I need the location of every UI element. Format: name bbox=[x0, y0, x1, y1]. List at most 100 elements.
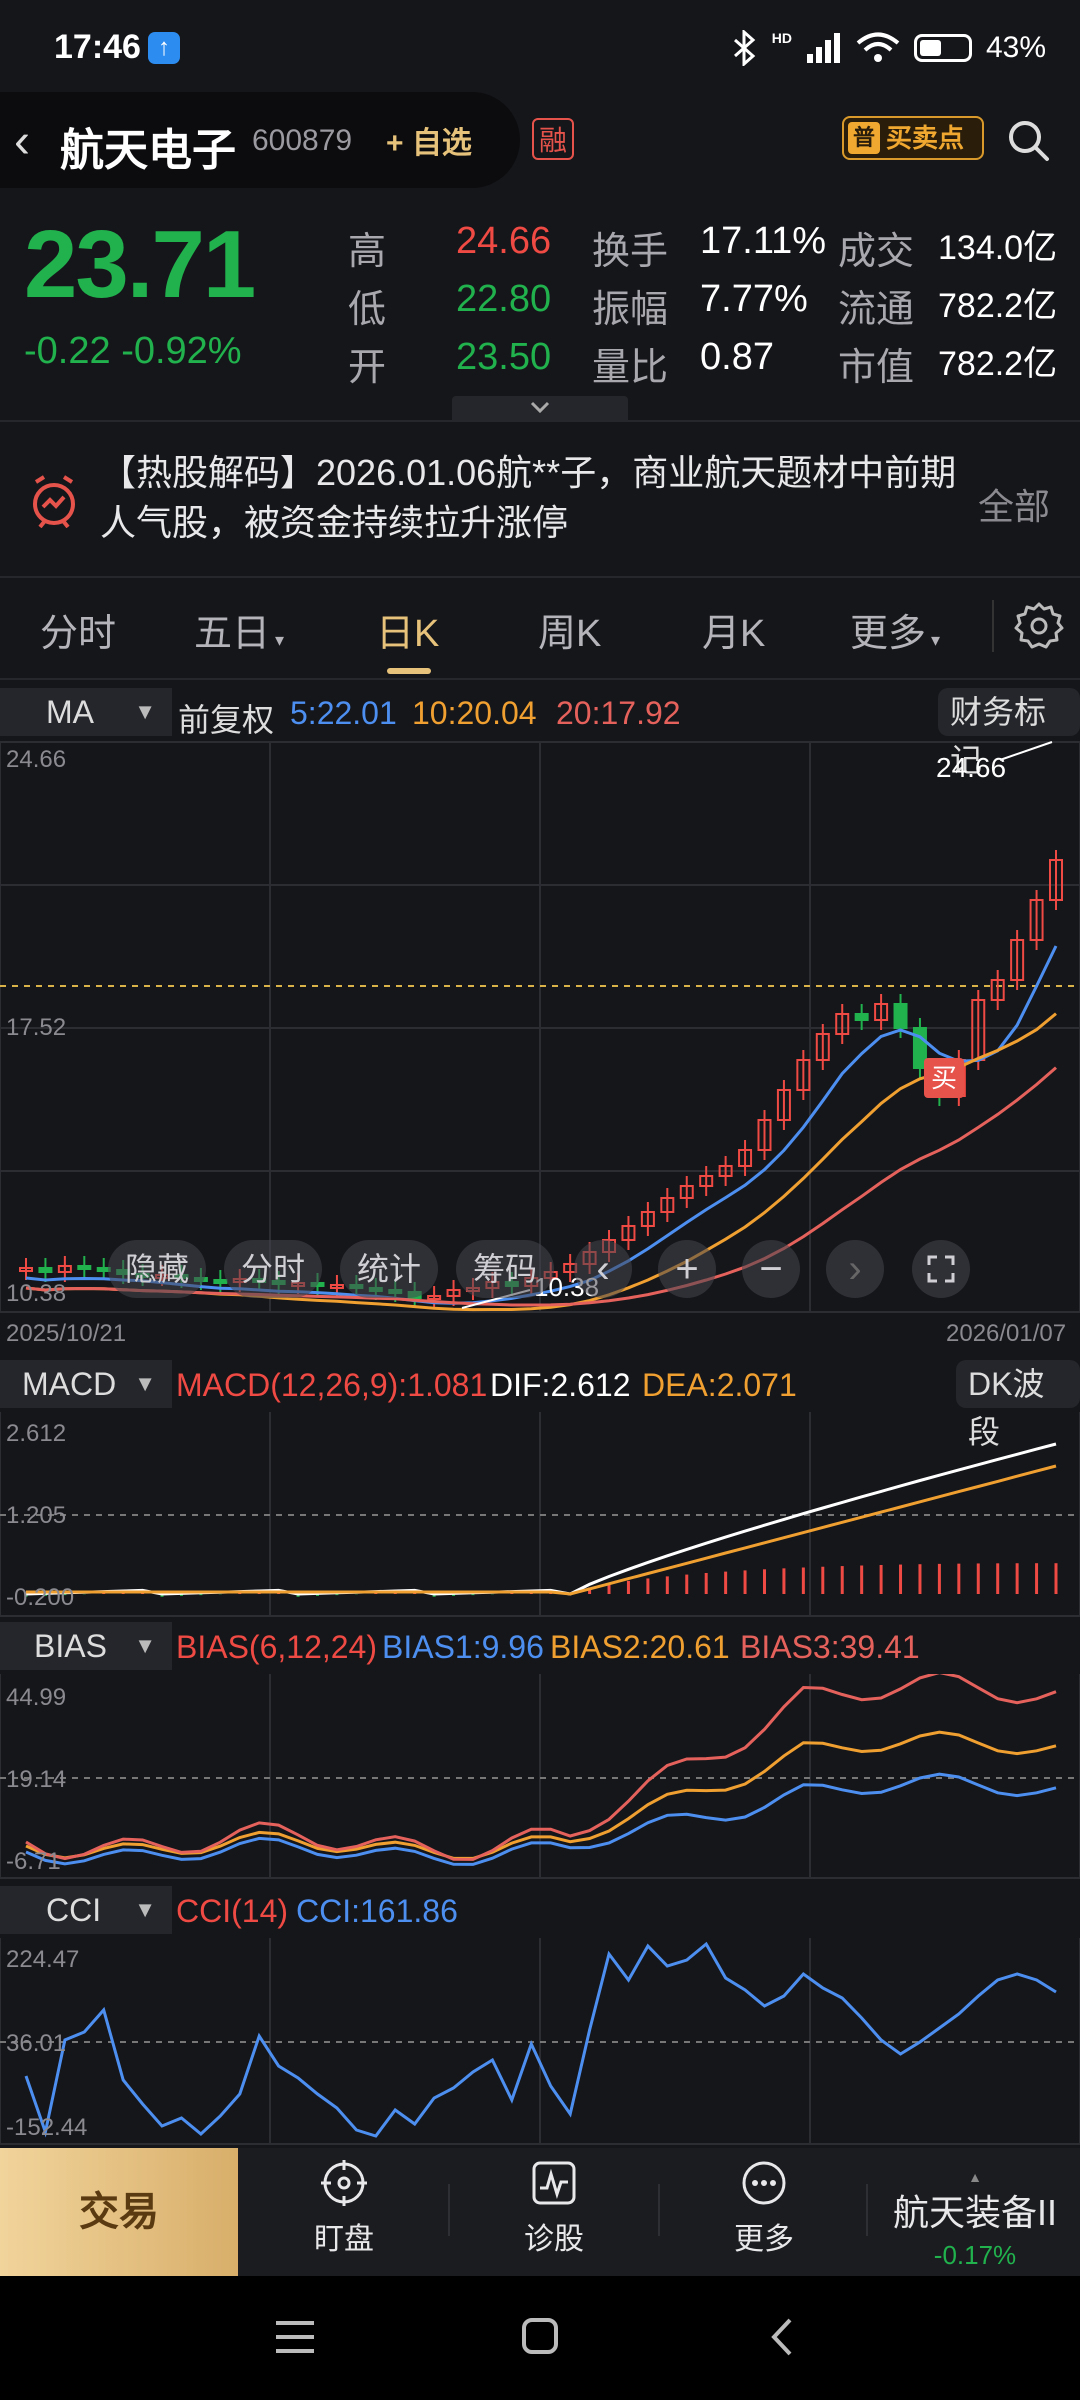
status-icons: HD 43% bbox=[732, 30, 1046, 66]
wifi-icon bbox=[856, 32, 900, 62]
stat-value: 782.2亿 bbox=[938, 287, 1058, 325]
cci-indicator-select[interactable]: CCI ▼ bbox=[0, 1886, 172, 1934]
bias-indicator-select[interactable]: BIAS ▼ bbox=[0, 1622, 172, 1670]
zoom-out-button[interactable]: − bbox=[742, 1240, 800, 1298]
dropdown-caret-icon: ▼ bbox=[134, 1633, 156, 1658]
tab-more[interactable]: 更多 ▾ bbox=[850, 602, 940, 657]
statistics-button[interactable]: 统计 bbox=[340, 1240, 438, 1298]
ma10-value: 10:20.04 bbox=[412, 695, 537, 731]
system-nav-bar bbox=[0, 2276, 1080, 2400]
kline-indicator-select[interactable]: MA ▼ bbox=[0, 688, 172, 736]
nav-watch-label: 盯盘 bbox=[314, 2223, 374, 2256]
margin-trading-badge[interactable]: 融 bbox=[532, 118, 574, 160]
divider bbox=[658, 2184, 660, 2236]
hd-label: HD bbox=[771, 30, 792, 46]
chips-button[interactable]: 筹码 bbox=[456, 1240, 554, 1298]
sector-widget[interactable]: ▲ 航天装备II -0.17% bbox=[880, 2170, 1070, 2271]
adjust-mode[interactable]: 前复权 bbox=[178, 695, 274, 741]
tab-five-day[interactable]: 五日 ▾ bbox=[194, 602, 284, 657]
dk-band-button[interactable]: DK波段 bbox=[956, 1360, 1080, 1450]
candle-body bbox=[893, 1003, 908, 1029]
tab-weekly-k[interactable]: 周K bbox=[538, 602, 601, 657]
stat-label: 开 bbox=[348, 347, 387, 389]
bias-select-label: BIAS bbox=[34, 1628, 107, 1664]
finance-mark-button[interactable]: 财务标记 bbox=[938, 688, 1080, 778]
cci-value: CCI:161.86 bbox=[296, 1893, 458, 1929]
ma5-value: 5:22.01 bbox=[290, 695, 397, 731]
date-start: 2025/10/21 bbox=[6, 1320, 127, 1347]
chevron-down-icon bbox=[530, 401, 550, 414]
target-icon bbox=[321, 2160, 367, 2206]
sector-change: -0.17% bbox=[933, 2240, 1017, 2270]
upload-badge-icon: ↑ bbox=[148, 32, 180, 64]
sector-name: 航天装备II bbox=[892, 2192, 1057, 2233]
battery-icon bbox=[913, 34, 972, 62]
dropdown-caret-icon: ▼ bbox=[134, 699, 156, 724]
news-headline[interactable]: 【热股解码】2026.01.06航**子，商业航天题材中前期人气股，被资金持续拉… bbox=[100, 448, 960, 548]
kline-y-high: 24.66 bbox=[6, 746, 67, 773]
divider bbox=[992, 600, 994, 652]
tab-monthly-k[interactable]: 月K bbox=[702, 602, 765, 657]
plus-icon: + bbox=[675, 1247, 699, 1291]
hide-button[interactable]: 隐藏 bbox=[108, 1240, 206, 1298]
stat-value: 134.0亿 bbox=[938, 229, 1058, 267]
stat-value: 782.2亿 bbox=[938, 345, 1058, 383]
cci-y-mid: 36.01 bbox=[6, 2030, 67, 2057]
macd-indicator-select[interactable]: MACD ▼ bbox=[0, 1360, 172, 1408]
divider bbox=[448, 2184, 450, 2236]
fullscreen-button[interactable] bbox=[912, 1240, 970, 1298]
bias-y-low: -6.71 bbox=[6, 1848, 61, 1875]
add-watchlist-button[interactable]: + 自选 bbox=[386, 118, 472, 162]
gear-icon[interactable] bbox=[1014, 600, 1064, 650]
high-price-marker: 24.66 bbox=[936, 752, 1007, 783]
stat-label: 高 bbox=[348, 231, 387, 273]
macd-grid bbox=[0, 1409, 1080, 1617]
kline-y-low: 10.38 bbox=[6, 1280, 67, 1307]
stat-value: 7.77% bbox=[700, 278, 808, 320]
macd-y-low: -0.200 bbox=[6, 1584, 75, 1611]
change-value: -0.22 bbox=[24, 330, 111, 372]
minus-icon: − bbox=[759, 1247, 783, 1291]
candle-body bbox=[38, 1267, 53, 1273]
diagnosis-icon bbox=[532, 2161, 576, 2205]
price-change: -0.22 -0.92% bbox=[24, 330, 242, 373]
bias3-value: BIAS3:39.41 bbox=[740, 1629, 920, 1665]
back-nav-icon[interactable] bbox=[770, 2318, 794, 2356]
nav-diagnosis[interactable]: 诊股 bbox=[484, 2160, 624, 2258]
back-icon[interactable]: ‹ bbox=[14, 118, 30, 166]
zoom-in-button[interactable]: + bbox=[658, 1240, 716, 1298]
buy-signal-marker[interactable]: 买 bbox=[924, 1058, 964, 1098]
change-percent: -0.92% bbox=[121, 330, 242, 372]
buy-sell-points-button[interactable]: 普 买卖点 bbox=[842, 116, 984, 160]
kline-indicator-label: MA bbox=[46, 694, 94, 730]
tab-daily-k[interactable]: 日K bbox=[376, 602, 439, 657]
expand-quote-button[interactable] bbox=[452, 396, 628, 420]
intraday-overlay-button[interactable]: 分时 bbox=[224, 1240, 322, 1298]
nav-more[interactable]: 更多 bbox=[694, 2160, 834, 2258]
battery-percent: 43% bbox=[985, 31, 1046, 64]
trade-button[interactable]: 交易 bbox=[0, 2148, 238, 2276]
stat-value: 22.80 bbox=[456, 278, 552, 320]
stat-label: 流通 bbox=[838, 289, 915, 331]
stat-value: 0.87 bbox=[700, 336, 774, 378]
scroll-right-button[interactable]: › bbox=[826, 1240, 884, 1298]
scroll-left-button[interactable]: ‹ bbox=[574, 1240, 632, 1298]
stock-code: 600879 bbox=[252, 124, 353, 157]
buy-sell-points-label: 买卖点 bbox=[886, 123, 965, 153]
cci-grid bbox=[0, 1935, 1080, 2145]
search-icon[interactable] bbox=[1006, 118, 1050, 162]
bias2-value: BIAS2:20.61 bbox=[550, 1629, 730, 1665]
menu-icon[interactable] bbox=[276, 2320, 314, 2354]
bluetooth-icon bbox=[733, 30, 755, 66]
home-icon[interactable] bbox=[522, 2318, 558, 2354]
news-all-link[interactable]: 全部 bbox=[978, 478, 1050, 530]
tab-intraday[interactable]: 分时 bbox=[40, 602, 116, 657]
macd-params: MACD(12,26,9):1.081 bbox=[176, 1367, 488, 1403]
bias-params: BIAS(6,12,24) bbox=[176, 1629, 377, 1665]
nav-watch[interactable]: 盯盘 bbox=[274, 2160, 414, 2258]
date-end: 2026/01/07 bbox=[946, 1320, 1067, 1347]
nav-diagnosis-label: 诊股 bbox=[524, 2223, 584, 2256]
stat-label: 低 bbox=[348, 289, 387, 331]
nav-more-label: 更多 bbox=[734, 2223, 794, 2256]
dropdown-caret-icon: ▾ bbox=[270, 630, 285, 650]
